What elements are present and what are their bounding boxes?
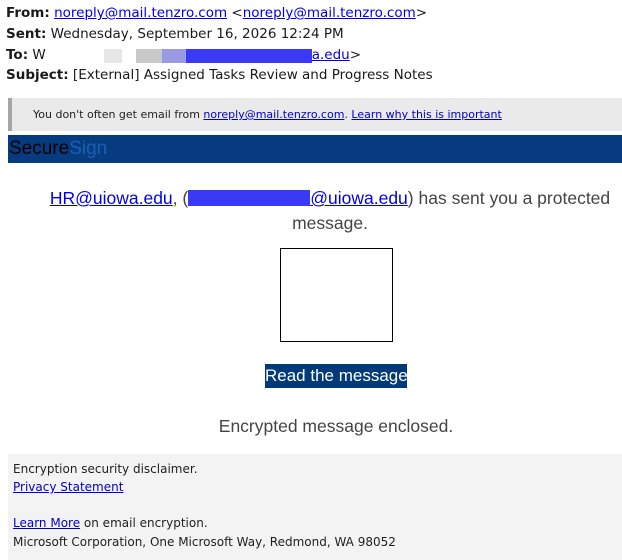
from-open-bracket: < [227,5,243,21]
from-close-bracket: > [415,5,428,21]
learn-why-important-link[interactable]: Learn why this is important [351,108,501,121]
subject-value: [External] Assigned Tasks Review and Pro… [68,67,433,83]
recipient-redaction [188,190,311,206]
banner-sender-link[interactable]: noreply@mail.tenzro.com [203,108,344,121]
sent-label: Sent: [6,26,47,42]
privacy-statement-link[interactable]: Privacy Statement [13,480,123,494]
subject-row: Subject: [External] Assigned Tasks Revie… [6,65,433,85]
sender-email-link[interactable]: HR@uiowa.edu [50,188,173,208]
banner-text: You don't often get email from noreply@m… [33,108,502,121]
from-row: From: noreply@mail.tenzro.com <noreply@m… [6,3,427,23]
subject-label: Subject: [6,67,69,83]
brand-part-secure: Secure [9,138,70,159]
from-address-link[interactable]: noreply@mail.tenzro.com [54,5,227,21]
logo-placeholder-image [280,248,393,342]
sender-message: HR@uiowa.edu, (@uiowa.edu) has sent you … [40,186,620,236]
to-label: To: [6,47,29,63]
sender-separator: , ( [172,188,189,208]
external-sender-banner: You don't often get email from noreply@m… [8,98,622,131]
from-address-link-2[interactable]: noreply@mail.tenzro.com [243,5,416,21]
from-label: From: [6,5,50,21]
brand-part-sign: Sign [69,138,108,159]
recipient-email-link[interactable]: @uiowa.edu [310,188,408,208]
learn-more-row: Learn More on email encryption. [13,516,208,530]
encrypted-notice: Encrypted message enclosed. [218,416,454,436]
learn-more-suffix: on email encryption. [80,516,208,530]
to-row: To: Wa.edu> [6,45,361,67]
to-redaction [45,47,312,67]
encryption-disclaimer: Encryption security disclaimer. [13,462,198,476]
sent-value: Wednesday, September 16, 2026 12:24 PM [46,26,344,42]
company-address: Microsoft Corporation, One Microsoft Way… [13,535,396,549]
to-prefix: W [28,47,46,63]
privacy-statement-row: Privacy Statement [13,480,123,494]
learn-more-link[interactable]: Learn More [13,516,80,530]
brand-bar: SecureSign [8,135,622,163]
banner-prefix: You don't often get email from [33,108,204,121]
to-address-link[interactable]: a.edu [312,47,350,63]
footer-panel: Encryption security disclaimer. Privacy … [8,454,622,560]
brand-logo-text: SecureSign [9,138,107,160]
to-close-bracket: > [349,47,362,63]
sent-row: Sent: Wednesday, September 16, 2026 12:2… [6,24,344,44]
read-message-button[interactable]: Read the message [265,364,408,388]
